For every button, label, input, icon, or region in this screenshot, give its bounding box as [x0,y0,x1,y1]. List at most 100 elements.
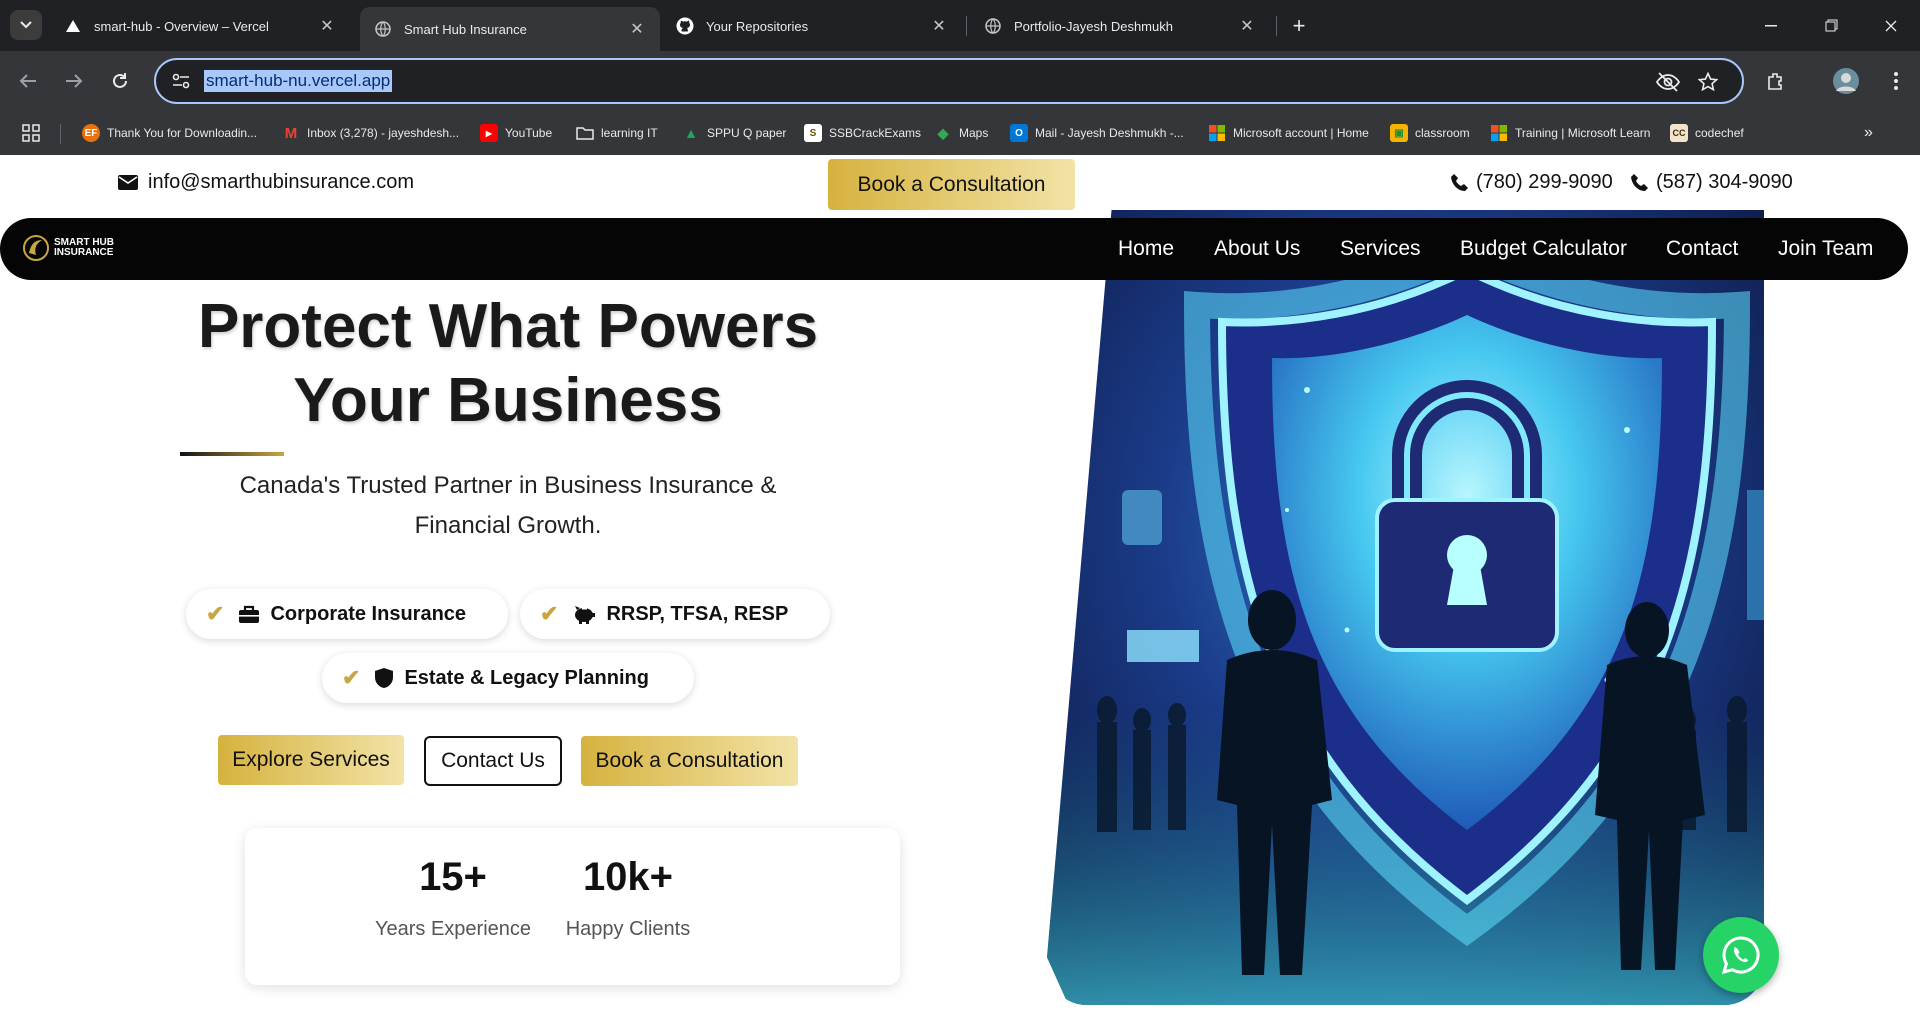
hero-title-line-2: Your Business [293,366,723,435]
close-icon[interactable]: ✕ [318,17,336,35]
phone-contact-2[interactable]: (587) 304-9090 [1630,171,1793,194]
hero-title: Protect What Powers Your Business [150,290,866,438]
close-icon[interactable]: ✕ [930,17,948,35]
url-text[interactable]: smart-hub-nu.vercel.app [204,70,393,92]
bookmark-item[interactable]: ▲ SPPU Q paper [682,122,786,144]
back-button[interactable] [12,65,44,97]
close-window-button[interactable] [1862,0,1920,51]
explore-services-button[interactable]: Explore Services [218,735,404,785]
contact-us-button[interactable]: Contact Us [424,736,562,786]
globe-icon [374,20,392,38]
phone-contact-1[interactable]: (780) 299-9090 [1450,171,1613,194]
hero-title-line-1: Protect What Powers [197,292,819,361]
bookmark-label: Inbox (3,278) - jayeshdesh... [307,126,460,140]
main-navigation: SMART HUB INSURANCE Home About Us Servic… [0,218,1908,280]
phone-text: (780) 299-9090 [1476,171,1613,193]
bookmark-item[interactable]: ◆ Maps [934,122,989,144]
feature-estate-legacy: ✔ Estate & Legacy Planning [322,653,694,703]
mail-icon [118,175,138,190]
bookmark-item[interactable]: ▶ YouTube [480,122,552,144]
nav-budget-calculator[interactable]: Budget Calculator [1460,237,1627,261]
bookmark-item[interactable]: Training | Microsoft Learn [1490,122,1650,144]
bookmark-item[interactable]: S SSBCrackExams [804,122,921,144]
bookmark-item[interactable]: learning IT [576,122,658,144]
nav-services[interactable]: Services [1340,237,1421,261]
forward-button[interactable] [58,65,90,97]
bookmark-label: classroom [1415,126,1470,140]
tab-search-button[interactable] [10,10,42,40]
hero-subtitle: Canada's Trusted Partner in Business Ins… [239,472,777,539]
bookmark-label: Maps [959,126,989,140]
apps-grid-icon[interactable] [22,122,40,144]
hero-consultation-button[interactable]: Book a Consultation [581,736,798,786]
email-text: info@smarthubinsurance.com [148,171,414,193]
bookmark-label: SPPU Q paper [707,126,787,140]
email-contact[interactable]: info@smarthubinsurance.com [118,171,414,194]
google-drive-icon: ▲ [684,125,698,141]
bookmark-item[interactable]: CC codechef [1670,122,1744,144]
check-icon: ✔ [342,665,361,690]
stat-clients-value: 10k+ [582,855,674,899]
bookmarks-separator [60,124,61,144]
top-consultation-button[interactable]: Book a Consultation [828,159,1075,210]
vercel-icon [64,17,82,35]
minimize-button[interactable] [1742,0,1800,51]
close-icon[interactable]: ✕ [1238,17,1256,35]
bookmark-label: SSBCrackExams [829,126,922,140]
site-info-icon[interactable] [170,70,192,92]
address-bar[interactable]: smart-hub-nu.vercel.app [154,58,1744,104]
bookmarks-bar: EF Thank You for Downloadin... M Inbox (… [0,111,1920,155]
check-icon: ✔ [540,601,559,626]
logo-text: SMART HUB INSURANCE [54,238,114,258]
bookmark-label: Thank You for Downloadin... [107,126,258,140]
kebab-menu-icon[interactable] [1880,65,1912,97]
profile-avatar[interactable] [1830,65,1862,97]
bookmark-label: codechef [1695,126,1744,140]
bookmark-star-icon[interactable] [1696,70,1720,94]
tab-separator [966,16,967,36]
logo-line-2: INSURANCE [54,247,114,258]
phone-icon [1631,173,1648,191]
ef-icon: EF [82,124,100,142]
nav-about-us[interactable]: About Us [1214,237,1300,261]
bookmark-item[interactable]: EF Thank You for Downloadin... [82,122,257,144]
microsoft-icon [1490,124,1508,142]
shield-icon [374,667,394,689]
bookmark-item[interactable]: M Inbox (3,278) - jayeshdesh... [282,122,459,144]
extensions-icon[interactable] [1760,65,1792,97]
nav-contact[interactable]: Contact [1666,237,1738,261]
feature-label: Estate & Legacy Planning [404,666,649,689]
bookmark-item[interactable]: ▣ classroom [1390,122,1470,144]
classroom-icon: ▣ [1390,124,1408,142]
bookmark-label: YouTube [505,126,553,140]
bookmark-label: learning IT [601,126,658,140]
bookmark-label: Training | Microsoft Learn [1515,126,1651,140]
folder-icon [576,124,594,142]
new-tab-button[interactable]: + [1286,13,1312,39]
feature-label: RRSP, TFSA, RESP [606,602,789,625]
youtube-icon: ▶ [480,124,498,142]
tab-title: smart-hub - Overview – Vercel [94,18,269,34]
tab-title: Portfolio-Jayesh Deshmukh [1014,18,1173,34]
piggy-bank-icon [572,604,596,624]
tab-portfolio[interactable]: Portfolio-Jayesh Deshmukh ✕ [970,7,1270,45]
eye-off-icon[interactable] [1656,70,1680,94]
tab-title: Smart Hub Insurance [404,21,527,37]
bookmark-label: Microsoft account | Home [1233,126,1369,140]
site-logo[interactable]: SMART HUB INSURANCE [22,235,114,261]
tab-vercel[interactable]: smart-hub - Overview – Vercel ✕ [50,7,350,45]
close-icon[interactable]: ✕ [628,20,646,38]
bookmark-item[interactable]: O Mail - Jayesh Deshmukh -... [1010,122,1184,144]
nav-join-team[interactable]: Join Team [1778,237,1873,261]
reload-button[interactable] [104,65,136,97]
nav-home[interactable]: Home [1118,237,1174,261]
github-icon [676,17,694,35]
browser-tab-strip: smart-hub - Overview – Vercel ✕ Smart Hu… [0,0,1920,51]
tab-smart-hub[interactable]: Smart Hub Insurance ✕ [360,7,660,51]
bookmark-item[interactable]: Microsoft account | Home [1208,122,1369,144]
restore-button[interactable] [1802,0,1860,51]
microsoft-icon [1208,124,1226,142]
whatsapp-button[interactable] [1703,917,1779,993]
tab-github[interactable]: Your Repositories ✕ [662,7,962,45]
more-bookmarks-icon[interactable]: » [1864,122,1873,144]
